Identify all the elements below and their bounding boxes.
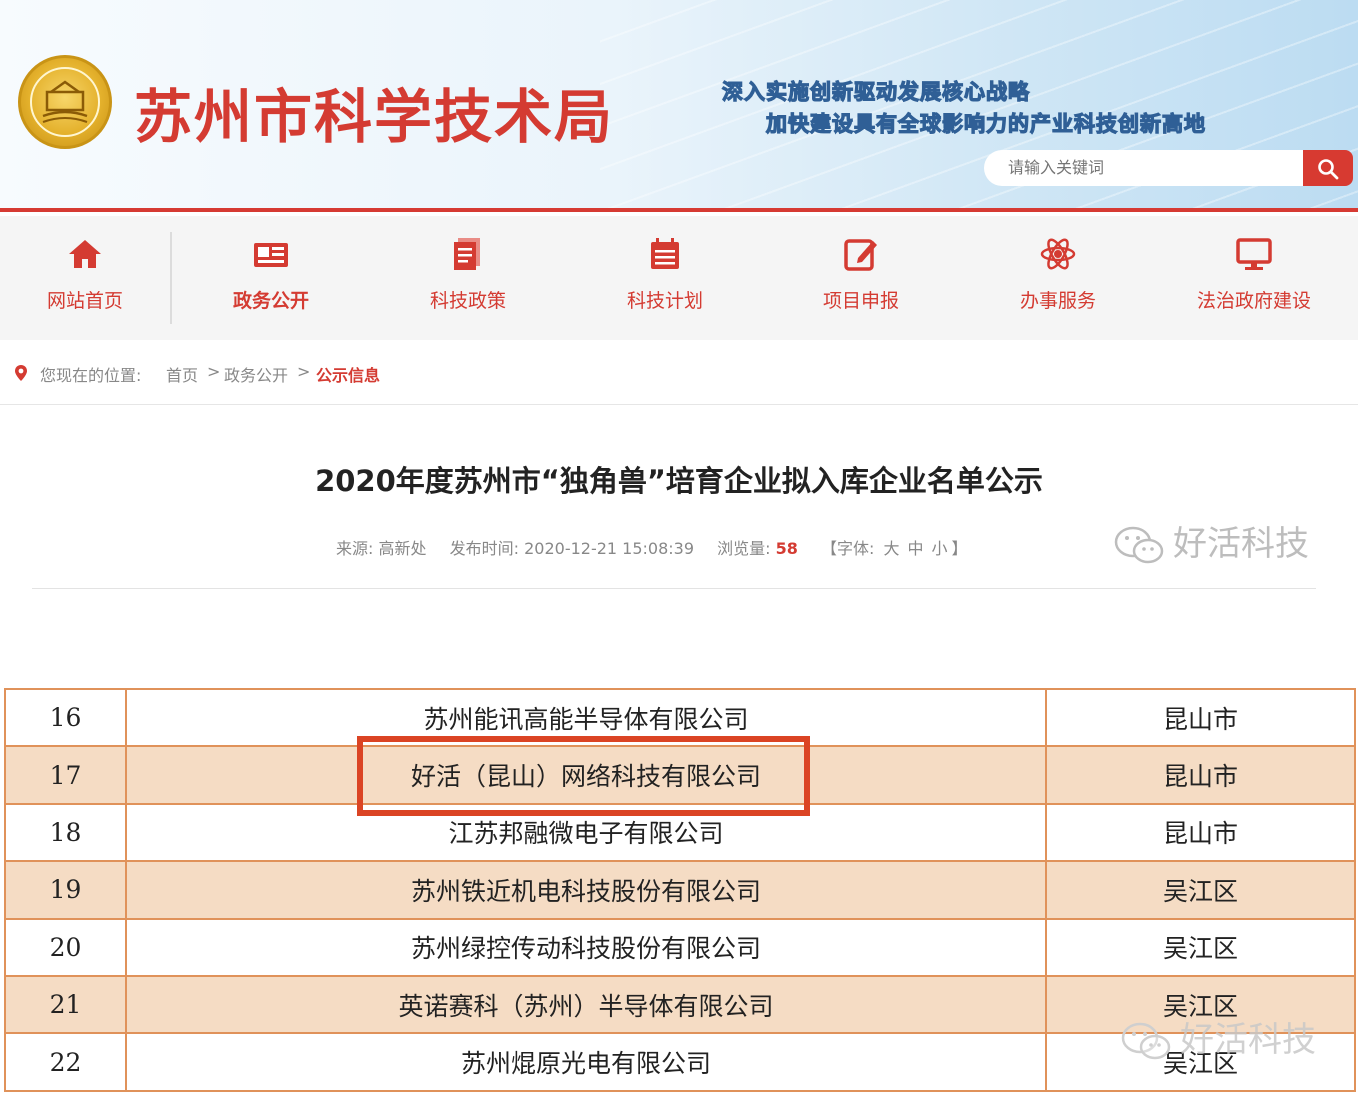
company-name: 苏州铁近机电科技股份有限公司: [125, 860, 1047, 920]
row-number: 18: [4, 802, 127, 863]
newspaper-icon: [254, 243, 288, 267]
highlight-box: [357, 736, 810, 816]
source-label: 来源:: [336, 539, 374, 558]
nav-item-government-affairs[interactable]: 政务公开: [186, 216, 356, 340]
font-size-medium-button[interactable]: 中: [908, 539, 924, 558]
region: 吴江区: [1045, 860, 1356, 920]
source-info: 来源: 高新处: [336, 539, 427, 558]
font-size-close: 】: [951, 539, 968, 558]
company-name: 英诺赛科（苏州）半导体有限公司: [125, 974, 1047, 1035]
watermark-text: 好活科技: [1180, 1020, 1316, 1060]
table-row: 19 苏州铁近机电科技股份有限公司 吴江区: [4, 860, 1356, 920]
atom-icon: [1040, 238, 1076, 270]
nav-label: 办事服务: [1019, 290, 1096, 312]
home-icon: [69, 240, 101, 268]
nav-item-services[interactable]: 办事服务: [973, 216, 1143, 340]
time-label: 发布时间:: [449, 539, 520, 558]
wechat-watermark: 好活科技: [1120, 1012, 1316, 1064]
nav-label: 科技政策: [429, 290, 506, 312]
font-size-open: 【字体:: [821, 539, 875, 558]
nav-label: 网站首页: [46, 290, 123, 312]
wechat-icon: [1121, 1022, 1171, 1059]
source-value: 高新处: [378, 539, 427, 558]
watermark-text: 好活科技: [1173, 524, 1309, 564]
table-row: 20 苏州绿控传动科技股份有限公司 吴江区: [4, 917, 1356, 977]
font-size-switcher: 【字体: 大中小】: [821, 539, 968, 558]
search-icon: [1318, 159, 1339, 180]
breadcrumb-section-link[interactable]: 政务公开: [224, 362, 288, 386]
search-input[interactable]: [984, 150, 1306, 186]
breadcrumb-current[interactable]: 公示信息: [316, 362, 380, 386]
breadcrumb-separator: >: [207, 362, 221, 381]
nav-divider: [170, 232, 172, 324]
calendar-icon: [651, 238, 679, 269]
font-size-large-button[interactable]: 大: [884, 539, 900, 558]
view-count: 浏览量: 58: [717, 539, 798, 558]
article-title: 2020年度苏州市“独角兽”培育企业拟入库企业名单公示: [315, 464, 1043, 498]
nav-label: 政务公开: [232, 290, 309, 312]
breadcrumb-home-link[interactable]: 首页: [166, 362, 198, 386]
views-label: 浏览量:: [717, 539, 771, 558]
time-value: 2020-12-21 15:08:39: [524, 539, 695, 558]
divider: [0, 404, 1358, 405]
article-meta: 来源: 高新处 发布时间: 2020-12-21 15:08:39 浏览量: 5…: [336, 535, 986, 559]
site-title[interactable]: 苏州市科学技术局: [134, 70, 614, 154]
nav-label: 科技计划: [626, 290, 703, 312]
nav-item-rule-of-law[interactable]: 法治政府建设: [1169, 216, 1339, 340]
font-size-small-button[interactable]: 小: [932, 539, 948, 558]
suzhou-emblem-icon[interactable]: [18, 55, 112, 149]
location-pin-icon: [15, 365, 27, 381]
row-number: 21: [4, 974, 127, 1035]
divider: [32, 588, 1316, 589]
main-nav: 网站首页 政务公开 科技政策 科技计划 项目申报 办事服务 法治政府建设: [0, 216, 1358, 340]
region: 吴江区: [1045, 917, 1356, 977]
breadcrumb-prefix: 您现在的位置:: [40, 366, 142, 385]
slogan-line-2: 加快建设具有全球影响力的产业科技创新高地: [765, 111, 1206, 136]
nav-item-tech-plan[interactable]: 科技计划: [580, 216, 750, 340]
publish-time: 发布时间: 2020-12-21 15:08:39: [450, 539, 694, 558]
wechat-watermark: 好活科技: [1113, 516, 1309, 568]
row-number: 16: [4, 687, 127, 748]
row-number: 19: [4, 860, 127, 920]
row-number: 20: [4, 917, 127, 977]
row-number: 22: [4, 1032, 127, 1092]
nav-label: 法治政府建设: [1196, 290, 1311, 312]
views-value: 58: [775, 539, 798, 558]
monitor-icon: [1236, 238, 1272, 270]
company-name: 苏州绿控传动科技股份有限公司: [125, 917, 1047, 977]
site-header: 苏州市科学技术局 深入实施创新驱动发展核心战略 加快建设具有全球影响力的产业科技…: [0, 0, 1358, 212]
edit-icon: [844, 239, 877, 271]
search-button[interactable]: [1303, 150, 1353, 186]
company-name: 苏州焜原光电有限公司: [125, 1032, 1047, 1092]
region: 昆山市: [1045, 745, 1356, 805]
breadcrumb-separator: >: [297, 362, 311, 381]
nav-item-tech-policy[interactable]: 科技政策: [383, 216, 553, 340]
slogan-line-1: 深入实施创新驱动发展核心战略: [721, 79, 1030, 104]
row-number: 17: [4, 745, 127, 805]
breadcrumb: 您现在的位置: 首页 > 政务公开 > 公示信息: [14, 362, 434, 386]
region: 昆山市: [1045, 687, 1356, 748]
nav-item-home[interactable]: 网站首页: [0, 216, 170, 340]
nav-item-project-application[interactable]: 项目申报: [776, 216, 946, 340]
wechat-icon: [1114, 526, 1164, 563]
nav-label: 项目申报: [822, 290, 899, 312]
document-icon: [454, 238, 480, 270]
region: 昆山市: [1045, 802, 1356, 863]
